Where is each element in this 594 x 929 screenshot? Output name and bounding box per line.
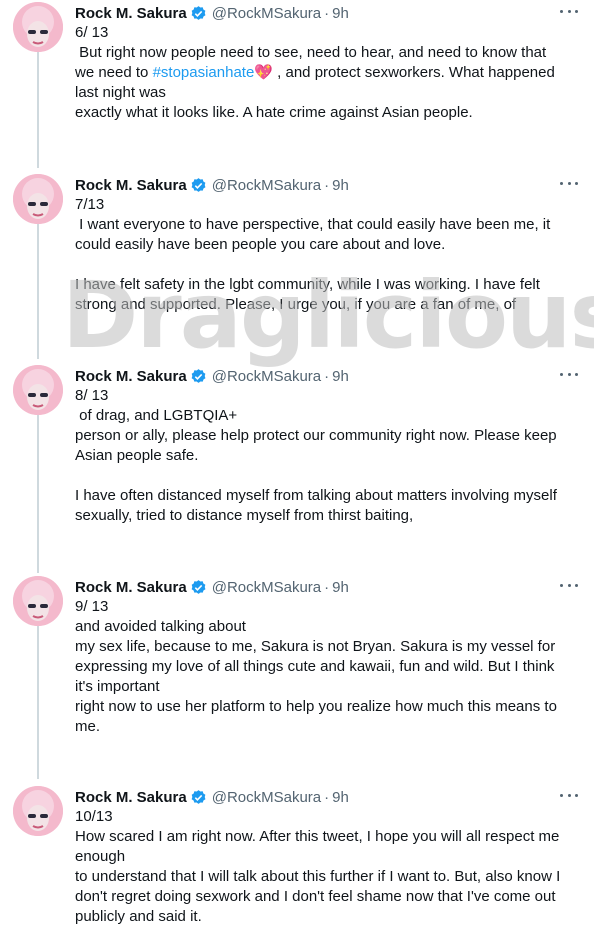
- tweet-text: and avoided talking about my sex life, b…: [75, 618, 557, 735]
- more-options-icon[interactable]: [560, 178, 578, 188]
- tweet-body: 8/ 13 of drag, and LGBTQIA+ person or al…: [75, 386, 587, 526]
- tweet-body: 7/13 I want everyone to have perspective…: [75, 195, 587, 315]
- tweet-counter: 6/ 13: [75, 24, 109, 41]
- tweet-text: of drag, and LGBTQIA+ person or ally, pl…: [75, 407, 557, 524]
- more-options-icon[interactable]: [560, 6, 578, 16]
- separator-dot: ·: [324, 788, 330, 806]
- tweet-header: Rock M. Sakura @RockMSakura · 9h: [75, 577, 349, 597]
- timestamp[interactable]: 9h: [332, 368, 349, 385]
- tweet[interactable]: Rock M. Sakura @RockMSakura · 9h 9/ 13 a…: [0, 574, 594, 774]
- tweet-body: 9/ 13 and avoided talking about my sex l…: [75, 597, 587, 737]
- more-options-icon[interactable]: [560, 790, 578, 800]
- verified-badge-icon: [190, 789, 207, 806]
- timestamp[interactable]: 9h: [332, 579, 349, 596]
- tweet-body: 6/ 13 But right now people need to see, …: [75, 23, 587, 123]
- separator-dot: ·: [324, 4, 330, 22]
- author-handle[interactable]: @RockMSakura: [212, 5, 321, 22]
- avatar[interactable]: [13, 576, 63, 626]
- avatar[interactable]: [13, 365, 63, 415]
- avatar[interactable]: [13, 2, 63, 52]
- author-name[interactable]: Rock M. Sakura: [75, 579, 187, 596]
- tweet-counter: 7/13: [75, 196, 105, 213]
- tweet[interactable]: Rock M. Sakura @RockMSakura · 9h 6/ 13 B…: [0, 0, 594, 160]
- author-handle[interactable]: @RockMSakura: [212, 177, 321, 194]
- separator-dot: ·: [324, 578, 330, 596]
- author-name[interactable]: Rock M. Sakura: [75, 5, 187, 22]
- tweet-body: 10/13 How scared I am right now. After t…: [75, 807, 587, 927]
- avatar[interactable]: [13, 174, 63, 224]
- tweet-text: How scared I am right now. After this tw…: [75, 828, 561, 925]
- timestamp[interactable]: 9h: [332, 5, 349, 22]
- verified-badge-icon: [190, 177, 207, 194]
- tweet-counter: 10/13: [75, 808, 113, 825]
- timestamp[interactable]: 9h: [332, 789, 349, 806]
- tweet-counter: 8/ 13: [75, 387, 109, 404]
- more-options-icon[interactable]: [560, 369, 578, 379]
- tweet-header: Rock M. Sakura @RockMSakura · 9h: [75, 787, 349, 807]
- more-options-icon[interactable]: [560, 580, 578, 590]
- tweet-header: Rock M. Sakura @RockMSakura · 9h: [75, 175, 349, 195]
- author-handle[interactable]: @RockMSakura: [212, 579, 321, 596]
- heart-emoji-icon: 💖: [254, 64, 273, 81]
- separator-dot: ·: [324, 367, 330, 385]
- author-name[interactable]: Rock M. Sakura: [75, 368, 187, 385]
- tweet-counter: 9/ 13: [75, 598, 109, 615]
- author-handle[interactable]: @RockMSakura: [212, 368, 321, 385]
- author-name[interactable]: Rock M. Sakura: [75, 789, 187, 806]
- tweet-text: I want everyone to have perspective, tha…: [75, 216, 551, 313]
- tweet-header: Rock M. Sakura @RockMSakura · 9h: [75, 3, 349, 23]
- author-handle[interactable]: @RockMSakura: [212, 789, 321, 806]
- tweet-header: Rock M. Sakura @RockMSakura · 9h: [75, 366, 349, 386]
- author-name[interactable]: Rock M. Sakura: [75, 177, 187, 194]
- tweet[interactable]: Rock M. Sakura @RockMSakura · 9h 8/ 13 o…: [0, 363, 594, 563]
- avatar[interactable]: [13, 786, 63, 836]
- separator-dot: ·: [324, 176, 330, 194]
- timestamp[interactable]: 9h: [332, 177, 349, 194]
- verified-badge-icon: [190, 579, 207, 596]
- verified-badge-icon: [190, 5, 207, 22]
- tweet[interactable]: Rock M. Sakura @RockMSakura · 9h 10/13 H…: [0, 784, 594, 929]
- hashtag-link[interactable]: #stopasianhate: [153, 64, 255, 81]
- tweet[interactable]: Rock M. Sakura @RockMSakura · 9h 7/13 I …: [0, 172, 594, 352]
- verified-badge-icon: [190, 368, 207, 385]
